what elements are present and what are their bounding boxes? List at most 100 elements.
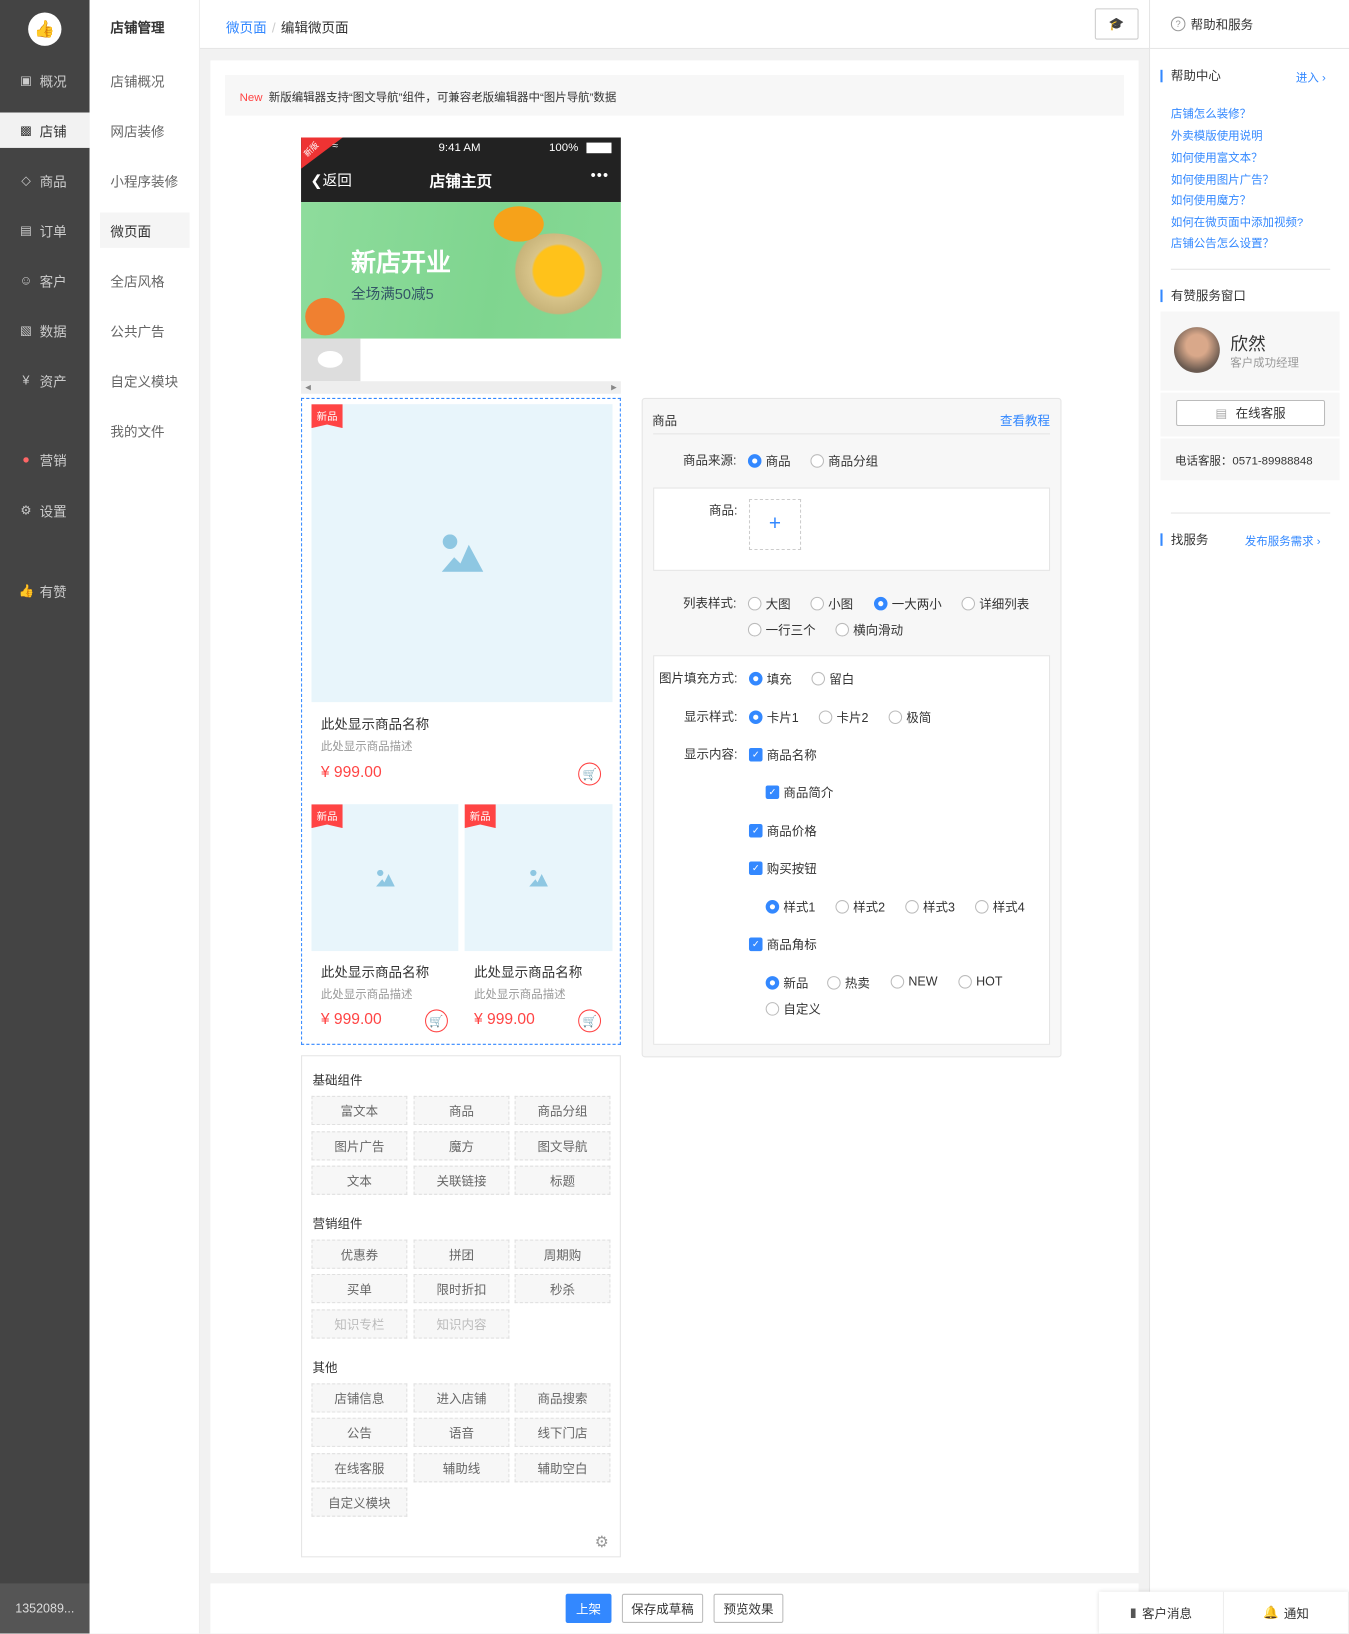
tutorial-button[interactable]: 🎓 — [1094, 8, 1139, 40]
nav-item-orders[interactable]: ▤ 订单 — [0, 213, 90, 248]
publish-button[interactable]: 上架 — [565, 1593, 612, 1623]
checkbox-desc[interactable]: ✓ 商品简介 — [765, 783, 833, 801]
cart-icon[interactable]: 🛒 — [425, 1009, 448, 1033]
help-enter-link[interactable]: 进入 › — [1296, 69, 1326, 86]
component-button[interactable]: 拼团 — [413, 1239, 510, 1269]
add-goods-button[interactable]: + — [748, 498, 802, 551]
help-link[interactable]: 如何使用图片广告？ — [1171, 171, 1274, 188]
radio-corner[interactable]: HOT — [958, 974, 1002, 989]
checkbox-buy-button[interactable]: ✓ 购买按钮 — [748, 859, 817, 877]
radio-buy-style[interactable]: 样式4 — [975, 898, 1025, 916]
component-button[interactable]: 店铺信息 — [311, 1383, 408, 1413]
help-link[interactable]: 如何在微页面中添加视频? — [1171, 214, 1303, 231]
checkbox-corner-tag[interactable]: ✓ 商品角标 — [748, 935, 817, 953]
nav-item-customers[interactable]: ☺ 客户 — [0, 263, 90, 298]
thumbnail-image[interactable] — [301, 338, 361, 382]
logo-icon[interactable]: 👍 — [28, 12, 62, 46]
radio-display-style[interactable]: 卡片2 — [818, 708, 868, 726]
component-button[interactable]: 语音 — [413, 1417, 510, 1447]
component-button[interactable]: 秒杀 — [514, 1273, 611, 1304]
component-button[interactable]: 图片广告 — [311, 1131, 408, 1161]
preview-button[interactable]: 预览效果 — [713, 1593, 784, 1623]
component-button[interactable]: 周期购 — [514, 1239, 611, 1269]
subnav-item[interactable]: 小程序装修 — [100, 163, 190, 198]
radio-list-style[interactable]: 一大两小 — [873, 595, 942, 613]
subnav-item[interactable]: 全店风格 — [100, 263, 190, 298]
component-button[interactable]: 线下门店 — [514, 1417, 611, 1447]
component-button[interactable]: 文本 — [311, 1165, 408, 1195]
save-draft-button[interactable]: 保存成草稿 — [621, 1593, 704, 1623]
radio-display-style[interactable]: 极简 — [888, 708, 931, 726]
horizontal-scrollbar[interactable]: ◀ ▶ — [301, 381, 621, 394]
subnav-item[interactable]: 公共广告 — [100, 313, 190, 348]
component-button[interactable]: 买单 — [311, 1273, 408, 1304]
radio-corner[interactable]: 新品 — [765, 974, 808, 992]
checkbox-name[interactable]: ✓ 商品名称 — [748, 746, 817, 764]
publish-demand-link[interactable]: 发布服务需求 › — [1245, 532, 1321, 549]
cart-icon[interactable]: 🛒 — [578, 762, 602, 786]
subnav-item[interactable]: 店铺概况 — [100, 63, 190, 98]
account-name[interactable]: 1352089... — [0, 1583, 90, 1634]
component-button[interactable]: 魔方 — [413, 1131, 510, 1161]
radio-buy-style[interactable]: 样式1 — [765, 898, 815, 916]
radio-source-group[interactable]: 商品分组 — [810, 452, 878, 470]
nav-item-youzan[interactable]: 👍 有赞 — [0, 573, 90, 608]
radio-list-style[interactable]: 横向滑动 — [835, 621, 903, 639]
help-link[interactable]: 如何使用魔方？ — [1171, 192, 1251, 209]
radio-corner[interactable]: 热卖 — [827, 974, 870, 992]
component-button[interactable]: 商品 — [413, 1095, 510, 1126]
radio-source-goods[interactable]: 商品 — [747, 452, 791, 470]
component-button[interactable]: 优惠券 — [311, 1239, 408, 1269]
radio-buy-style[interactable]: 样式3 — [905, 898, 955, 916]
component-button[interactable]: 公告 — [311, 1417, 408, 1447]
radio-display-style[interactable]: 卡片1 — [748, 708, 799, 726]
subnav-item[interactable]: 网店装修 — [100, 113, 190, 148]
nav-item-goods[interactable]: ◇ 商品 — [0, 163, 90, 198]
radio-corner[interactable]: 自定义 — [765, 1000, 821, 1018]
tutorial-link[interactable]: 查看教程 — [1000, 411, 1050, 429]
component-button[interactable]: 自定义模块 — [311, 1487, 408, 1517]
breadcrumb-parent[interactable]: 微页面 — [226, 20, 267, 36]
help-link[interactable]: 外卖模版使用说明 — [1171, 127, 1263, 144]
component-button[interactable]: 在线客服 — [311, 1453, 408, 1483]
radio-fill[interactable]: 留白 — [811, 670, 854, 688]
radio-list-style[interactable]: 小图 — [810, 595, 853, 613]
component-button[interactable]: 图文导航 — [514, 1131, 611, 1161]
help-link[interactable]: 店铺怎么装修？ — [1171, 105, 1251, 122]
nav-item-marketing[interactable]: ● 营销 — [0, 442, 90, 477]
radio-list-style[interactable]: 大图 — [747, 595, 791, 613]
radio-corner[interactable]: NEW — [890, 974, 938, 989]
component-button[interactable]: 辅助线 — [413, 1453, 510, 1483]
component-button[interactable]: 标题 — [514, 1165, 611, 1195]
nav-item-assets[interactable]: ¥ 资产 — [0, 363, 90, 398]
online-service-button[interactable]: ▤ 在线客服 — [1176, 400, 1326, 427]
more-icon[interactable]: ••• — [591, 167, 609, 184]
customer-messages-button[interactable]: ▮ 客户消息 — [1099, 1591, 1224, 1634]
cart-icon[interactable]: 🛒 — [578, 1009, 602, 1033]
component-button[interactable]: 商品搜索 — [514, 1383, 611, 1413]
notifications-button[interactable]: 🔔 通知 — [1224, 1591, 1349, 1634]
component-button[interactable]: 进入店铺 — [413, 1383, 510, 1413]
gear-icon[interactable]: ⚙ — [595, 1532, 609, 1551]
component-button[interactable]: 商品分组 — [514, 1095, 611, 1126]
goods-component[interactable]: 新品 此处显示商品名称 此处显示商品描述 ¥ 999.00 🛒 新品 此处显示商… — [301, 397, 621, 1045]
subnav-item[interactable]: 我的文件 — [100, 413, 190, 448]
component-button[interactable]: 限时折扣 — [413, 1273, 510, 1304]
nav-item-settings[interactable]: ⚙ 设置 — [0, 493, 90, 528]
component-button[interactable]: 辅助空白 — [514, 1453, 611, 1483]
help-link[interactable]: 如何使用富文本？ — [1171, 149, 1263, 166]
subnav-item[interactable]: 自定义模块 — [100, 363, 190, 398]
radio-fill[interactable]: 填充 — [748, 670, 792, 688]
radio-list-style[interactable]: 一行三个 — [747, 621, 816, 639]
component-button[interactable]: 富文本 — [311, 1095, 408, 1126]
radio-list-style[interactable]: 详细列表 — [961, 595, 1029, 613]
nav-item-data[interactable]: ▧ 数据 — [0, 313, 90, 348]
subnav-item-active[interactable]: 微页面 — [100, 212, 190, 248]
radio-buy-style[interactable]: 样式2 — [835, 898, 885, 916]
banner-image[interactable]: 新店开业 全场满50减5 — [301, 202, 621, 339]
component-button[interactable]: 关联链接 — [413, 1165, 510, 1195]
help-link[interactable]: 店铺公告怎么设置？ — [1171, 234, 1274, 251]
nav-item-overview[interactable]: ▣ 概况 — [0, 63, 90, 98]
checkbox-price[interactable]: ✓ 商品价格 — [748, 822, 817, 840]
nav-item-store[interactable]: ▩ 店铺 — [0, 112, 90, 148]
